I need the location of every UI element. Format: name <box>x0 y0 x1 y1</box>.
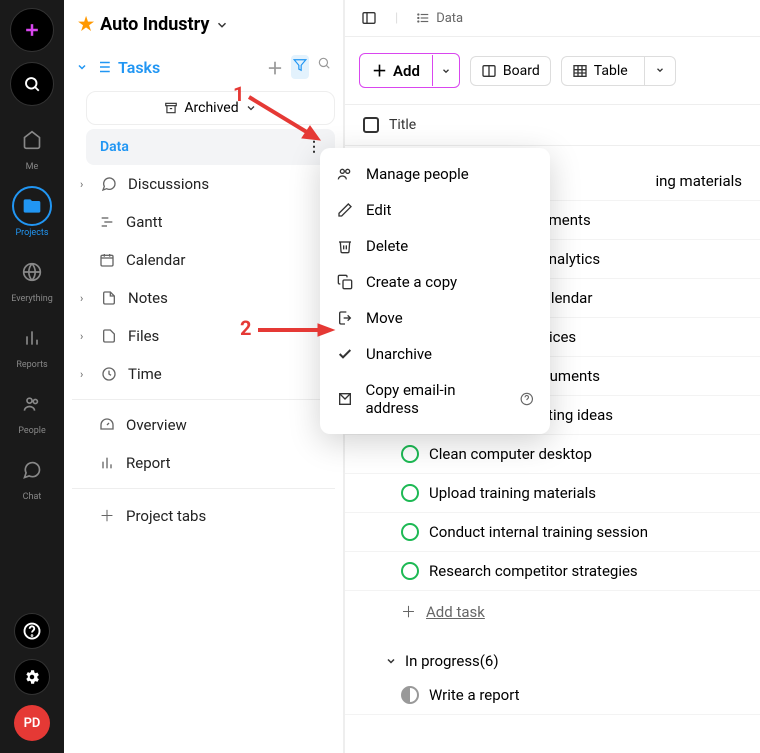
table-icon <box>572 63 588 79</box>
task-status-circle[interactable] <box>401 445 419 463</box>
list-icon <box>94 58 112 76</box>
add-dropdown[interactable] <box>432 55 459 86</box>
files-icon <box>100 328 118 344</box>
chevron-right-icon: › <box>80 178 90 191</box>
plus-icon: ＋ <box>98 505 116 526</box>
data-item[interactable]: Data ⋮ <box>86 129 335 165</box>
task-status-circle[interactable] <box>401 523 419 541</box>
panel-toggle-icon[interactable] <box>355 6 383 30</box>
people-icon <box>336 166 354 182</box>
filter-icon[interactable] <box>291 55 309 79</box>
chevron-down-icon <box>385 655 397 667</box>
nav-calendar[interactable]: Calendar <box>72 241 335 279</box>
rail-me[interactable]: Me <box>12 120 52 172</box>
menu-copy-email[interactable]: Copy email-in address <box>320 372 550 426</box>
user-avatar[interactable]: PD <box>14 705 50 741</box>
star-icon: ★ <box>78 14 94 35</box>
trash-icon <box>336 238 354 254</box>
toolbar: ＋Add Board Table <box>345 37 760 105</box>
rail-reports[interactable]: Reports <box>12 318 52 370</box>
list-icon <box>416 11 430 25</box>
task-row[interactable]: Conduct internal training session <box>345 513 760 552</box>
chevron-down-icon <box>245 102 257 114</box>
menu-create-copy[interactable]: Create a copy <box>320 264 550 300</box>
archive-icon <box>164 101 178 115</box>
settings-button[interactable] <box>14 659 50 695</box>
gantt-icon <box>98 214 116 230</box>
nav-discussions[interactable]: › Discussions <box>72 165 335 203</box>
more-icon[interactable]: ⋮ <box>307 139 321 155</box>
gauge-icon <box>98 417 116 433</box>
chevron-down-icon <box>76 61 88 73</box>
menu-move[interactable]: Move <box>320 300 550 336</box>
data-tab[interactable]: Data <box>410 7 469 30</box>
table-header: Title <box>345 105 760 146</box>
check-icon <box>336 346 354 362</box>
project-title[interactable]: ★ Auto Industry <box>72 10 335 39</box>
add-task-icon[interactable]: ＋ <box>267 55 283 79</box>
create-button[interactable] <box>10 8 54 52</box>
task-row[interactable]: Upload training materials <box>345 474 760 513</box>
nav-notes[interactable]: › Notes <box>72 279 335 317</box>
tasks-section[interactable]: Tasks ＋ <box>72 47 335 87</box>
menu-unarchive[interactable]: Unarchive <box>320 336 550 372</box>
rail-everything[interactable]: Everything <box>11 252 53 304</box>
chevron-right-icon: › <box>80 292 90 305</box>
board-icon <box>481 63 497 79</box>
divider <box>72 488 335 489</box>
sidebar: ★ Auto Industry Tasks ＋ Archived Data ⋮ … <box>64 0 344 753</box>
task-row[interactable]: Research competitor strategies <box>345 552 760 591</box>
move-icon <box>336 310 354 326</box>
task-status-circle[interactable] <box>401 484 419 502</box>
help-icon <box>520 392 534 406</box>
notes-icon <box>100 290 118 306</box>
plus-icon: ＋ <box>372 60 387 81</box>
help-button[interactable] <box>14 613 50 649</box>
calendar-icon <box>98 252 116 268</box>
rail-projects[interactable]: Projects <box>12 186 52 238</box>
divider <box>72 399 335 400</box>
group-in-progress[interactable]: In progress(6) <box>345 632 760 676</box>
nav-time[interactable]: › Time <box>72 355 335 393</box>
menu-manage-people[interactable]: Manage people <box>320 156 550 192</box>
chevron-down-icon <box>215 18 229 32</box>
board-view-button[interactable]: Board <box>470 56 551 86</box>
mail-icon <box>336 391 353 407</box>
nav-files[interactable]: › Files <box>72 317 335 355</box>
task-status-circle[interactable] <box>401 686 419 704</box>
title-column[interactable]: Title <box>389 117 416 133</box>
menu-delete[interactable]: Delete <box>320 228 550 264</box>
archived-chip[interactable]: Archived <box>86 91 335 125</box>
nav-gantt[interactable]: Gantt <box>72 203 335 241</box>
task-row[interactable]: Clean computer desktop <box>345 435 760 474</box>
table-dropdown[interactable] <box>644 57 675 85</box>
chevron-right-icon: › <box>80 368 90 381</box>
chevron-right-icon: › <box>80 330 90 343</box>
context-menu: Manage people Edit Delete Create a copy … <box>320 148 550 434</box>
select-all-checkbox[interactable] <box>363 117 379 133</box>
pencil-icon <box>336 202 354 218</box>
clock-icon <box>100 366 118 382</box>
bars-icon <box>98 455 116 471</box>
menu-edit[interactable]: Edit <box>320 192 550 228</box>
chat-icon <box>100 176 118 192</box>
left-rail: Me Projects Everything Reports People Ch… <box>0 0 64 753</box>
add-button[interactable]: ＋Add <box>359 53 460 88</box>
add-task-button[interactable]: ＋ Add task <box>345 591 760 632</box>
nav-overview[interactable]: Overview <box>72 406 335 444</box>
copy-icon <box>336 274 354 290</box>
table-view-button[interactable]: Table <box>561 56 676 86</box>
task-status-circle[interactable] <box>401 562 419 580</box>
task-row[interactable]: Write a report <box>345 676 760 715</box>
rail-chat[interactable]: Chat <box>12 450 52 502</box>
rail-people[interactable]: People <box>12 384 52 436</box>
nav-project-tabs[interactable]: ＋ Project tabs <box>72 495 335 536</box>
search-button[interactable] <box>10 62 54 106</box>
main-topbar: | Data <box>345 0 760 37</box>
nav-report[interactable]: Report <box>72 444 335 482</box>
search-icon[interactable] <box>317 55 331 79</box>
